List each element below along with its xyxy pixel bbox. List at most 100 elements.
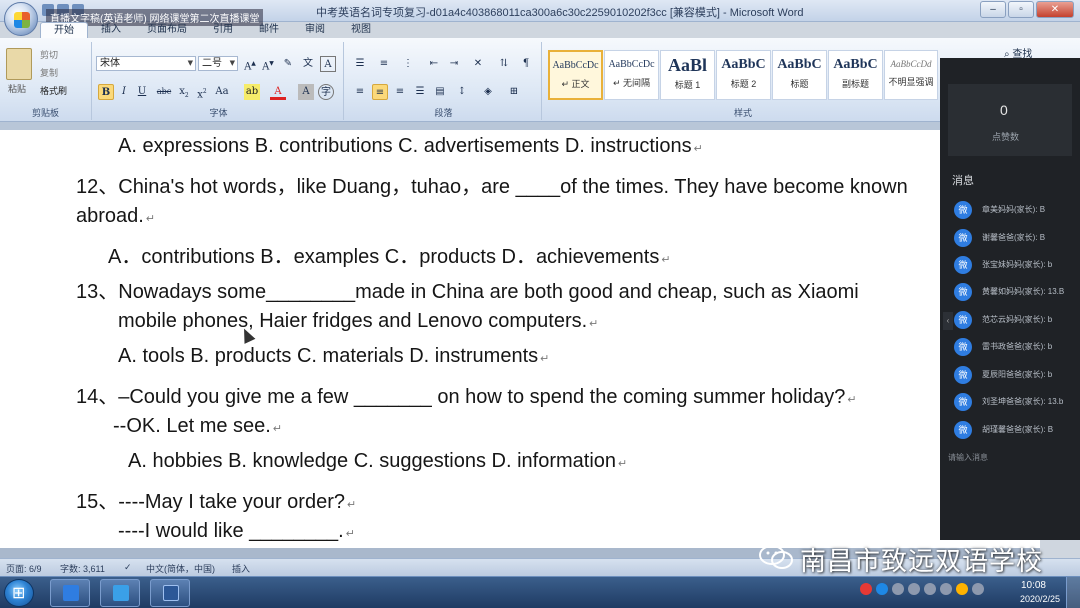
copy-button[interactable]: 复制 xyxy=(40,66,58,79)
phonetic-guide-icon[interactable]: 文 xyxy=(300,56,316,72)
numbering-icon[interactable]: ≡ xyxy=(376,56,392,72)
clock-time[interactable]: 10:08 xyxy=(1021,580,1046,591)
collapse-panel-handle[interactable]: ‹ xyxy=(943,312,953,330)
start-button[interactable] xyxy=(4,579,34,607)
paragraph-group-label: 段落 xyxy=(434,108,453,118)
style-name: ↵ 正文 xyxy=(561,79,590,89)
tab-page-layout[interactable]: 页面布局 xyxy=(134,22,200,38)
style-name: 副标题 xyxy=(841,79,869,89)
align-left-icon[interactable]: ≡ xyxy=(352,84,368,100)
maximize-button[interactable]: ▫ xyxy=(1008,1,1034,18)
tray-icon[interactable] xyxy=(892,583,904,595)
style-subtitle[interactable]: AaBbC 副标题 xyxy=(828,50,883,100)
tab-insert[interactable]: 插入 xyxy=(88,22,134,38)
enclose-char-icon[interactable]: 字 xyxy=(318,84,334,100)
message-input[interactable]: 请输入消息 xyxy=(948,452,988,463)
styles-group-label: 样式 xyxy=(733,108,752,118)
tray-icon[interactable] xyxy=(972,583,984,595)
page-indicator[interactable]: 页面: 6/9 xyxy=(6,562,42,575)
clear-format-icon[interactable]: ✎ xyxy=(280,56,296,72)
doc-line: 13、Nowadays some________made in China ar… xyxy=(76,281,859,303)
align-center-icon[interactable]: ≡ xyxy=(372,84,388,100)
font-size-select[interactable]: 二号 ▼ xyxy=(198,56,238,71)
volume-icon[interactable] xyxy=(940,583,952,595)
style-title[interactable]: AaBbC 标题 xyxy=(772,50,827,100)
paste-button[interactable]: 粘贴 xyxy=(8,82,26,95)
italic-icon[interactable]: I xyxy=(116,84,132,100)
taskbar-app-live[interactable] xyxy=(100,579,140,607)
pin-app-icon xyxy=(63,585,79,601)
superscript-icon[interactable]: x2 xyxy=(194,84,210,100)
increase-indent-icon[interactable]: ⇥ xyxy=(446,56,462,72)
shrink-font-icon[interactable]: A▼ xyxy=(260,56,276,72)
language-indicator[interactable]: 中文(简体，中国) xyxy=(146,562,215,575)
underline-icon[interactable]: U xyxy=(134,84,150,100)
shading-icon[interactable]: ◈ xyxy=(480,84,496,100)
clipboard-group: 粘贴 剪切 复制 格式刷 剪贴板 xyxy=(0,42,92,120)
paste-icon[interactable] xyxy=(6,48,32,80)
taskbar-app-word[interactable] xyxy=(150,579,190,607)
taskbar-app-pinned[interactable] xyxy=(50,579,90,607)
bold-icon[interactable]: B xyxy=(98,84,114,100)
highlight-color-icon[interactable]: ab xyxy=(244,84,260,100)
strikethrough-icon[interactable]: abc xyxy=(156,84,172,100)
borders-icon[interactable]: ⊞ xyxy=(506,84,522,100)
style-name: 标题 1 xyxy=(674,80,701,90)
live-app-icon xyxy=(113,585,129,601)
tab-home[interactable]: 开始 xyxy=(40,22,88,38)
format-painter-button[interactable]: 格式刷 xyxy=(40,84,67,97)
network-icon[interactable] xyxy=(924,583,936,595)
minimize-button[interactable]: – xyxy=(980,1,1006,18)
tab-mailings[interactable]: 邮件 xyxy=(246,22,292,38)
cut-button[interactable]: 剪切 xyxy=(40,48,58,61)
document-area[interactable]: A. expressions B. contributions C. adver… xyxy=(0,130,1040,558)
bullets-icon[interactable]: ☰ xyxy=(352,56,368,72)
style-heading-1[interactable]: AaBl 标题 1 xyxy=(660,50,715,100)
align-right-icon[interactable]: ≡ xyxy=(392,84,408,100)
clock-date[interactable]: 2020/2/25 xyxy=(1020,594,1060,604)
message-item: 微黄馨如妈妈(家长): 13.B xyxy=(954,282,1078,302)
document-page[interactable]: A. expressions B. contributions C. adver… xyxy=(0,130,1040,548)
sort-icon[interactable]: ⇅ xyxy=(496,56,512,72)
font-color-icon[interactable]: A xyxy=(270,84,286,100)
spellcheck-icon[interactable]: ✓ xyxy=(124,562,132,573)
style-sample: AaBbC xyxy=(777,57,822,72)
asian-layout-icon[interactable]: ✕ xyxy=(470,56,486,72)
tab-review[interactable]: 审阅 xyxy=(292,22,338,38)
style-heading-2[interactable]: AaBbC 标题 2 xyxy=(716,50,771,100)
help-icon[interactable] xyxy=(876,583,888,595)
style-sample: AaBbCcDc xyxy=(608,59,655,70)
office-button[interactable] xyxy=(4,2,38,36)
line-spacing-icon[interactable]: ↕ xyxy=(454,84,470,100)
sogou-icon[interactable] xyxy=(860,583,872,595)
ruler[interactable] xyxy=(0,122,1080,130)
tab-references[interactable]: 引用 xyxy=(200,22,246,38)
tab-view[interactable]: 视图 xyxy=(338,22,384,38)
word-count[interactable]: 字数: 3,611 xyxy=(60,562,105,575)
change-case-icon[interactable]: Aa xyxy=(214,84,230,100)
grow-font-icon[interactable]: A▲ xyxy=(242,56,258,72)
style-name: 标题 2 xyxy=(730,79,757,89)
show-desktop-button[interactable] xyxy=(1066,577,1080,608)
close-button[interactable]: ✕ xyxy=(1036,1,1074,18)
taskbar: 10:08 2020/2/25 xyxy=(0,576,1080,608)
justify-icon[interactable]: ☰ xyxy=(412,84,428,100)
doc-line: 15、----May I take your order? ↵ xyxy=(76,491,357,513)
style-subtle-emphasis[interactable]: AaBbCcDd 不明显强调 xyxy=(884,50,938,100)
font-name-select[interactable]: 宋体 ▼ xyxy=(96,56,196,71)
char-shading-icon[interactable]: A xyxy=(298,84,314,100)
multilevel-list-icon[interactable]: ⋮ xyxy=(400,56,416,72)
show-marks-icon[interactable]: ¶ xyxy=(518,56,534,72)
decrease-indent-icon[interactable]: ⇤ xyxy=(426,56,442,72)
message-item: 微谢馨爸爸(家长): B xyxy=(954,228,1078,248)
user-avatar-icon: 微 xyxy=(954,201,972,219)
distributed-icon[interactable]: ▤ xyxy=(432,84,448,100)
tray-icon[interactable] xyxy=(956,583,968,595)
style-no-spacing[interactable]: AaBbCcDc ↵ 无间隔 xyxy=(604,50,659,100)
message-item: 微章美妈妈(家长): B xyxy=(954,200,1078,220)
insert-mode[interactable]: 插入 xyxy=(232,562,250,575)
tray-icon[interactable] xyxy=(908,583,920,595)
char-border-icon[interactable]: A xyxy=(320,56,336,72)
style-normal[interactable]: AaBbCcDc ↵ 正文 xyxy=(548,50,603,100)
subscript-icon[interactable]: x2 xyxy=(176,84,192,100)
